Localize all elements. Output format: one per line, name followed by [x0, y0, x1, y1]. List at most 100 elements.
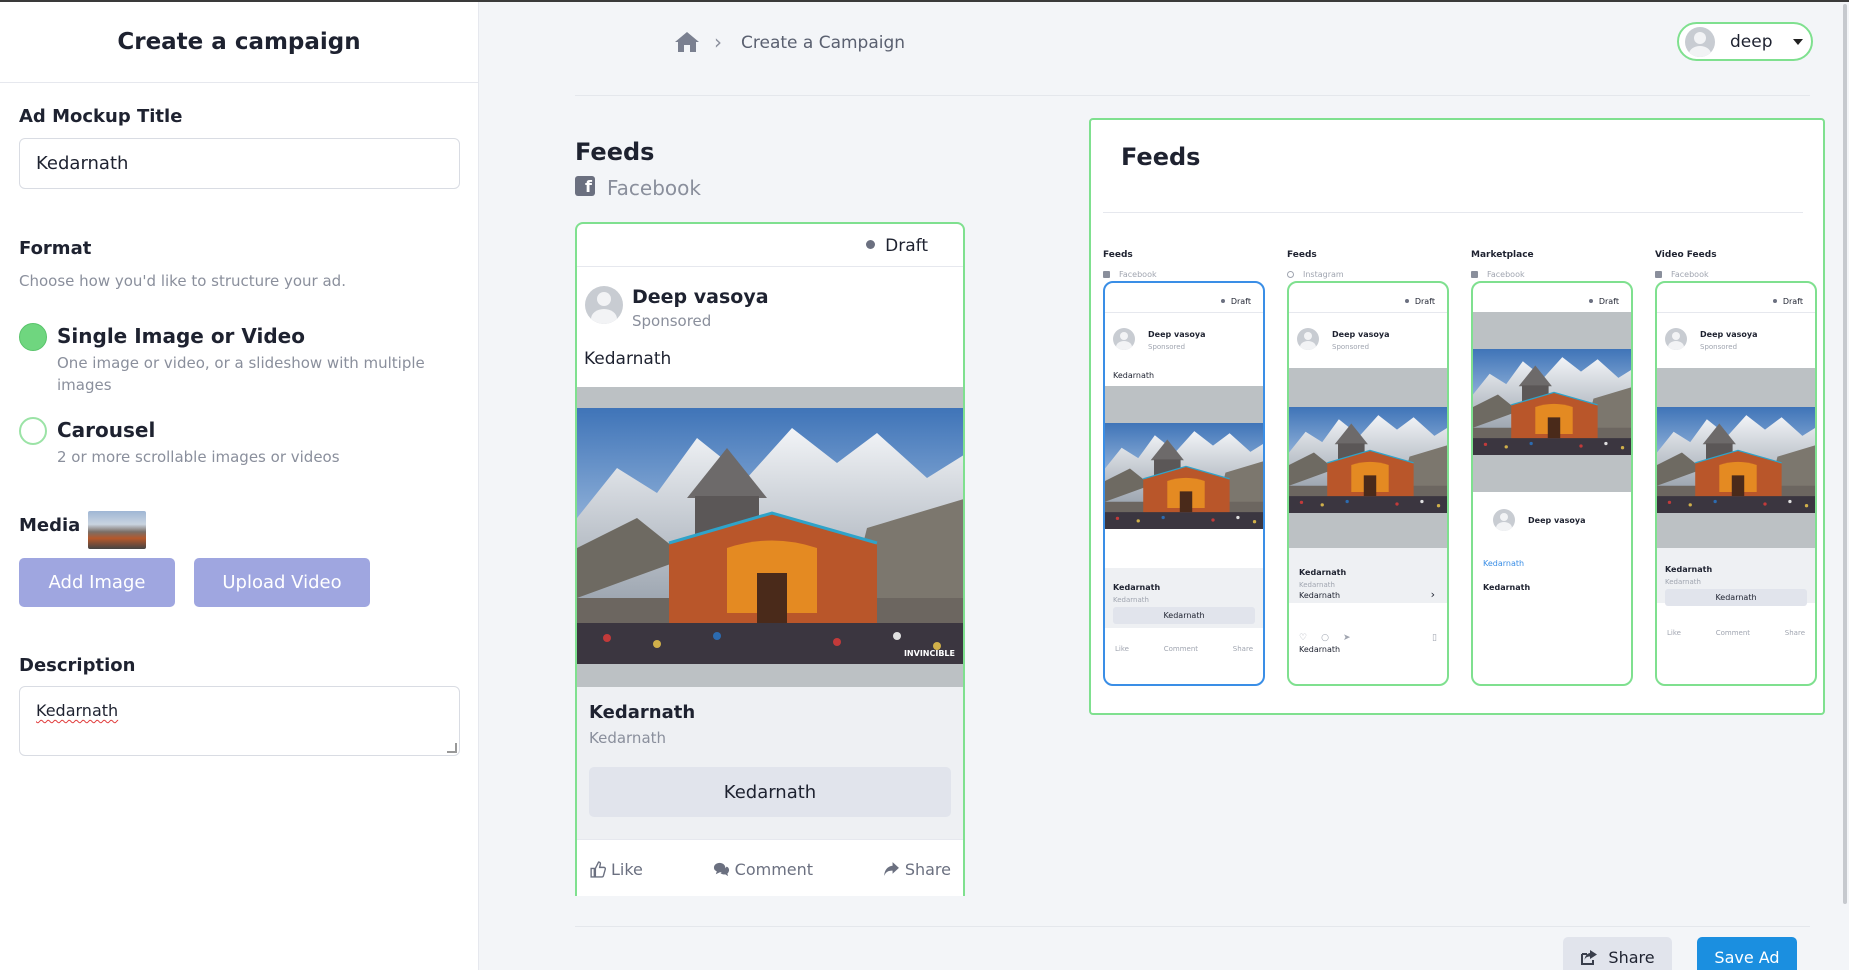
share-button-label: Share: [1608, 947, 1655, 967]
carousel-option-title[interactable]: Carousel: [57, 418, 155, 442]
image-watermark: INVINCIBLE: [903, 649, 955, 658]
ad-headline: Kedarnath: [1665, 565, 1713, 574]
chevron-right-icon: ›: [714, 30, 722, 54]
scrollbar[interactable]: [1843, 4, 1847, 904]
user-name: deep: [1730, 31, 1773, 52]
page-name: Deep vasoya: [1148, 330, 1206, 339]
placement-heading: Marketplace: [1471, 250, 1534, 260]
save-ad-button[interactable]: Save Ad: [1697, 937, 1797, 970]
ad-image: [1289, 407, 1447, 513]
share-button[interactable]: Share: [883, 860, 951, 879]
sponsored-label: Sponsored: [1700, 343, 1738, 351]
placement-heading: Video Feeds: [1655, 250, 1717, 260]
send-icon[interactable]: ➤: [1343, 633, 1351, 643]
link-text[interactable]: Kedarnath: [1483, 559, 1524, 568]
facebook-icon: [1471, 271, 1478, 278]
ad-description: Kedarnath: [1299, 581, 1335, 589]
ad-headline: Kedarnath: [589, 702, 696, 723]
placement-instagram-feed[interactable]: Feeds Instagram Draft Deep vasoya Sponso…: [1287, 250, 1449, 686]
placement-preview[interactable]: Draft Deep vasoya Kedarnath Kedarnath: [1471, 281, 1633, 686]
placement-video-feeds[interactable]: Video Feeds Facebook Draft Deep vasoya S…: [1655, 250, 1817, 686]
share-label[interactable]: Share: [1785, 629, 1805, 637]
platform-label: Facebook: [607, 176, 701, 200]
single-image-radio[interactable]: [19, 323, 47, 351]
status-badge: Draft: [1589, 297, 1619, 306]
thumbs-up-icon: [590, 860, 606, 878]
heart-icon[interactable]: ♡: [1299, 633, 1307, 643]
share-arrow-icon: [883, 861, 899, 876]
status-badge: Draft: [1221, 297, 1251, 306]
single-image-option-desc: One image or video, or a slideshow with …: [57, 354, 425, 394]
format-label: Format: [19, 238, 92, 259]
bookmark-icon[interactable]: ▯: [1432, 633, 1437, 643]
description-textarea[interactable]: Kedarnath: [19, 686, 460, 756]
like-label[interactable]: Like: [1667, 629, 1681, 637]
divider: [575, 926, 1810, 927]
divider: [1105, 312, 1263, 313]
placement-preview[interactable]: Draft Deep vasoya Sponsored Kedarnath Ke…: [1287, 281, 1449, 686]
action-bar: Like Comment Share: [1657, 629, 1815, 637]
campaign-form-panel: Create a campaign Ad Mockup Title Kedarn…: [0, 2, 479, 970]
cta-button[interactable]: Kedarnath: [1113, 607, 1255, 624]
divider: [1103, 212, 1803, 213]
sponsored-label: Sponsored: [632, 312, 712, 330]
carousel-radio[interactable]: [19, 417, 47, 445]
page-name: Deep vasoya: [632, 286, 769, 308]
placement-marketplace[interactable]: Marketplace Facebook Draft Deep vasoya K…: [1471, 250, 1633, 686]
add-image-button[interactable]: Add Image: [19, 558, 175, 607]
avatar: [1113, 328, 1135, 350]
page-name: Deep vasoya: [1700, 330, 1758, 339]
ad-headline: Kedarnath: [1113, 583, 1161, 592]
action-bar: Like Comment Share: [577, 839, 963, 896]
primary-text: Kedarnath: [1113, 371, 1155, 380]
share-label: Share: [904, 859, 951, 879]
share-button[interactable]: Share: [1563, 937, 1672, 970]
comment-button[interactable]: Comment: [713, 860, 813, 879]
single-image-option-title[interactable]: Single Image or Video: [57, 324, 305, 348]
placement-preview[interactable]: Draft Deep vasoya Sponsored Kedarnath Ke…: [1103, 281, 1265, 686]
like-button[interactable]: Like: [589, 860, 643, 879]
comment-label[interactable]: Comment: [1164, 645, 1198, 653]
primary-text: Kedarnath: [584, 349, 672, 369]
avatar: [1297, 328, 1319, 350]
share-icon: [1581, 950, 1598, 965]
chevron-right-icon: ›: [1430, 588, 1435, 601]
media-thumbnail[interactable]: [88, 511, 146, 549]
ad-headline: Kedarnath: [1483, 583, 1531, 592]
placement-preview[interactable]: Draft Deep vasoya Sponsored Kedarnath Ke…: [1655, 281, 1817, 686]
upload-video-button[interactable]: Upload Video: [194, 558, 370, 607]
facebook-icon: [1103, 271, 1110, 278]
status-badge: Draft: [866, 236, 928, 256]
action-bar: Like Comment Share: [1105, 645, 1263, 653]
cta-text[interactable]: Kedarnath: [1299, 591, 1340, 600]
status-badge: Draft: [1773, 297, 1803, 306]
placement-platform: Facebook: [1103, 270, 1265, 279]
carousel-option-desc: 2 or more scrollable images or videos: [57, 448, 340, 466]
like-label[interactable]: Like: [1115, 645, 1129, 653]
description-value: Kedarnath: [36, 701, 119, 720]
placement-facebook-feed[interactable]: Feeds Facebook Draft Deep vasoya Sponsor…: [1103, 250, 1265, 686]
caption-text: Kedarnath: [1299, 645, 1341, 654]
placements-title: Feeds: [1121, 143, 1201, 171]
description-label: Description: [19, 655, 136, 676]
resize-handle[interactable]: [447, 743, 457, 753]
placement-platform: Facebook: [1655, 270, 1817, 279]
ad-image: INVINCIBLE: [577, 408, 963, 664]
avatar: [1665, 328, 1687, 350]
comment-label[interactable]: Comment: [1716, 629, 1750, 637]
cta-button[interactable]: Kedarnath: [1665, 589, 1807, 606]
placement-platform: Instagram: [1287, 270, 1449, 279]
breadcrumb[interactable]: Create a Campaign: [741, 33, 905, 53]
comment-icon[interactable]: ○: [1321, 633, 1329, 643]
ad-headline: Kedarnath: [1299, 568, 1347, 577]
share-label[interactable]: Share: [1233, 645, 1253, 653]
divider: [1657, 312, 1815, 313]
user-menu[interactable]: deep: [1677, 22, 1813, 61]
cta-button[interactable]: Kedarnath: [589, 767, 951, 817]
home-icon[interactable]: [674, 30, 700, 54]
avatar: [585, 286, 623, 324]
caret-down-icon: [1792, 38, 1803, 45]
ad-title-input[interactable]: Kedarnath: [19, 138, 460, 189]
ad-title-label: Ad Mockup Title: [19, 106, 183, 127]
facebook-icon: f: [575, 176, 595, 196]
